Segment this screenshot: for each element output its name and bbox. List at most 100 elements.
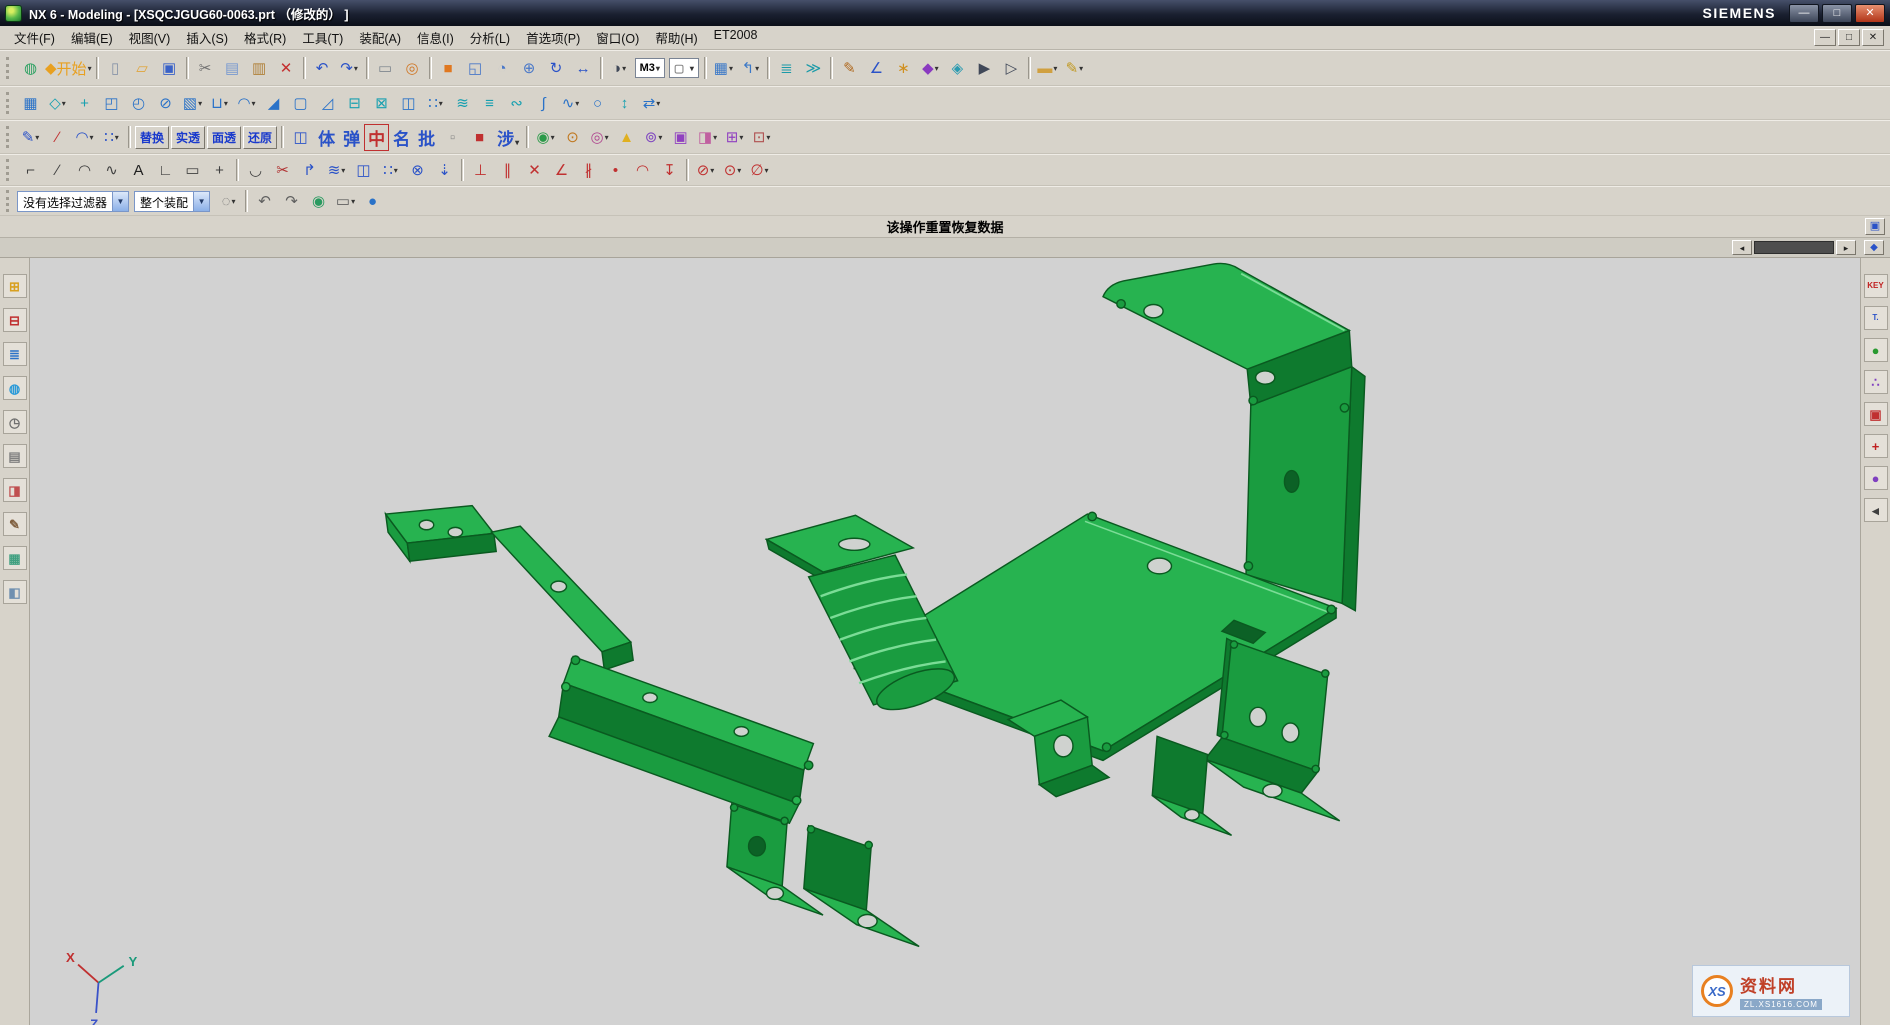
pad-button[interactable]: ⊞▾ bbox=[721, 124, 748, 150]
unite-button[interactable]: ⊔▾ bbox=[206, 90, 233, 116]
datum-plane-button[interactable]: ◇▾ bbox=[44, 90, 71, 116]
collapse-panel-button[interactable]: ◂ bbox=[1864, 498, 1888, 522]
print-button[interactable]: ▭ bbox=[372, 55, 399, 81]
profile-button[interactable]: ⌐ bbox=[17, 157, 44, 183]
toolbar-grip[interactable] bbox=[6, 57, 12, 79]
swept-button[interactable]: ∿▾ bbox=[557, 90, 584, 116]
surface-tool-button[interactable]: ◠▾ bbox=[71, 124, 98, 150]
alert-feature-button[interactable]: ▲ bbox=[613, 124, 640, 150]
part-bottom-feet[interactable] bbox=[727, 804, 919, 947]
new-file-button[interactable]: ▯ bbox=[102, 55, 129, 81]
block-button[interactable]: ▧▾ bbox=[179, 90, 206, 116]
split-body-button[interactable]: ⊠ bbox=[368, 90, 395, 116]
hole-series-button[interactable]: ◉▾ bbox=[532, 124, 559, 150]
menu-item-et2008[interactable]: ET2008 bbox=[706, 25, 766, 50]
part-left-arm[interactable] bbox=[386, 506, 814, 824]
constraint-tangent-button[interactable]: ◠ bbox=[629, 157, 656, 183]
boss-button[interactable]: ◎▾ bbox=[586, 124, 613, 150]
emboss-button[interactable]: ⊡▾ bbox=[748, 124, 775, 150]
render-style-button[interactable]: ◑▾ bbox=[606, 55, 633, 81]
prompt-history-icon[interactable]: ▣ bbox=[1865, 218, 1885, 235]
minimize-button[interactable]: — bbox=[1789, 4, 1819, 23]
constraint-fix-button[interactable]: ↧ bbox=[656, 157, 683, 183]
hole-button[interactable]: ⊘ bbox=[152, 90, 179, 116]
process-studio-button[interactable]: ◨ bbox=[3, 478, 27, 502]
roles-button[interactable]: ✎ bbox=[3, 512, 27, 536]
menu-item-insert[interactable]: 插入(S) bbox=[178, 25, 236, 50]
assembly-navigator-button[interactable]: ⊞ bbox=[3, 274, 27, 298]
menu-item-preferences[interactable]: 首选项(P) bbox=[518, 25, 588, 50]
pan-view-button[interactable]: ↔ bbox=[570, 55, 597, 81]
render-ball-button[interactable]: ● bbox=[1864, 466, 1888, 490]
section-analysis-button[interactable]: ◫ bbox=[287, 124, 314, 150]
model-bracket[interactable] bbox=[386, 263, 1365, 946]
zoom-button[interactable]: ◔ bbox=[489, 55, 516, 81]
true-shading-button[interactable]: M3▾ bbox=[635, 58, 665, 78]
view-in-layers-button[interactable]: ≣ bbox=[773, 55, 800, 81]
chamfer-button[interactable]: ◢ bbox=[260, 90, 287, 116]
point-on-face-button[interactable]: ◉ bbox=[305, 188, 332, 214]
save-file-button[interactable]: ▣ bbox=[156, 55, 183, 81]
selection-filter-combo[interactable]: 没有选择过滤器 ▼ bbox=[17, 191, 129, 212]
pocket-button[interactable]: ◨▾ bbox=[694, 124, 721, 150]
trim-body-button[interactable]: ⊟ bbox=[341, 90, 368, 116]
extrude-button[interactable]: ◰ bbox=[98, 90, 125, 116]
project-curve-button[interactable]: ⇣ bbox=[431, 157, 458, 183]
toolbar-grip[interactable] bbox=[6, 92, 12, 114]
scroll-left-button[interactable]: ◂ bbox=[1732, 240, 1752, 255]
lasso-select-button[interactable]: ▭▾ bbox=[332, 188, 359, 214]
name-tool-button[interactable]: 名 bbox=[389, 124, 414, 151]
tube-button[interactable]: ○ bbox=[584, 90, 611, 116]
edit-object-display-button[interactable]: ◈ bbox=[944, 55, 971, 81]
conic-button[interactable]: ∿ bbox=[98, 157, 125, 183]
text-notes-button[interactable]: T. bbox=[1864, 306, 1888, 330]
part-family-button[interactable]: ▫ bbox=[439, 124, 466, 150]
viewport-3d[interactable]: X Y Z XS 资料网 ZL.XS1616.COM bbox=[30, 258, 1860, 1025]
thicken-button[interactable]: ≡ bbox=[476, 90, 503, 116]
arc-button[interactable]: ◠ bbox=[71, 157, 98, 183]
new-window-button[interactable]: ▦▾ bbox=[710, 55, 737, 81]
mirror-feature-button[interactable]: ◫ bbox=[395, 90, 422, 116]
scroll-thumb[interactable] bbox=[1754, 241, 1834, 254]
mirror-curve-button[interactable]: ◫ bbox=[350, 157, 377, 183]
work-layer-button[interactable]: ▢▾ bbox=[669, 58, 699, 78]
history-palette-button[interactable]: ◷ bbox=[3, 410, 27, 434]
center-tool-button[interactable]: 中 bbox=[364, 124, 389, 151]
chevron-down-icon[interactable]: ▼ bbox=[112, 192, 128, 211]
analysis-tool-button[interactable]: ∷▾ bbox=[98, 124, 125, 150]
move-to-layer-button[interactable]: ≫ bbox=[800, 55, 827, 81]
menu-item-file[interactable]: 文件(F) bbox=[6, 25, 63, 50]
minimize-button[interactable]: — bbox=[1814, 29, 1836, 46]
curve-tool-button[interactable]: ∕ bbox=[44, 124, 71, 150]
toolbar-grip[interactable] bbox=[6, 190, 12, 212]
constraint-point-on-curve-button[interactable]: • bbox=[602, 157, 629, 183]
toolbar-grip[interactable] bbox=[6, 126, 12, 148]
redo-button[interactable]: ↷▾ bbox=[336, 55, 363, 81]
body-filter-button[interactable]: 体 bbox=[314, 124, 339, 151]
zoom-in-out-button[interactable]: ⊕ bbox=[516, 55, 543, 81]
select-previous-button[interactable]: ↶ bbox=[251, 188, 278, 214]
find-component-button[interactable]: ∗ bbox=[890, 55, 917, 81]
inferred-dimension-button[interactable]: ⊘▾ bbox=[692, 157, 719, 183]
shaded-select-button[interactable]: ● bbox=[359, 188, 386, 214]
thread-button[interactable]: ⊙ bbox=[559, 124, 586, 150]
restore-display-button[interactable]: 还原 bbox=[243, 126, 277, 149]
diameter-dimension-button[interactable]: ∅▾ bbox=[746, 157, 773, 183]
shaded-with-edges-button[interactable]: ■ bbox=[435, 55, 462, 81]
constraint-parallel-button[interactable]: ∥ bbox=[494, 157, 521, 183]
draft-button[interactable]: ◿ bbox=[314, 90, 341, 116]
shell-button[interactable]: ▢ bbox=[287, 90, 314, 116]
involve-tool-button[interactable]: 涉▾ bbox=[493, 124, 523, 151]
chevron-down-icon[interactable]: ▼ bbox=[193, 192, 209, 211]
direct-sketch-button[interactable]: ✎▾ bbox=[17, 124, 44, 150]
gradient-backgrounds-button[interactable]: ◧ bbox=[3, 580, 27, 604]
sketch-text-button[interactable]: A bbox=[125, 157, 152, 183]
undo-button[interactable]: ↶ bbox=[309, 55, 336, 81]
selection-scope-combo[interactable]: 整个装配 ▼ bbox=[134, 191, 210, 212]
menu-item-format[interactable]: 格式(R) bbox=[236, 25, 294, 50]
groove-button[interactable]: ⊚▾ bbox=[640, 124, 667, 150]
pattern-curve-button[interactable]: ∷▾ bbox=[377, 157, 404, 183]
quick-extend-button[interactable]: ↱ bbox=[296, 157, 323, 183]
material-ball-button[interactable]: ● bbox=[1864, 338, 1888, 362]
replace-face-button[interactable]: 替换 bbox=[135, 126, 169, 149]
